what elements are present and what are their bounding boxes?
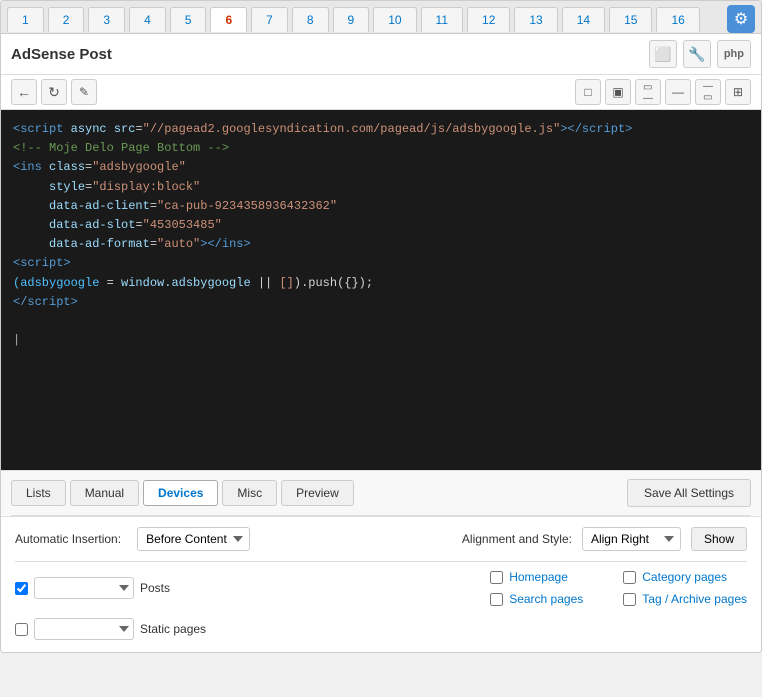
search-link[interactable]: Search pages: [509, 592, 583, 606]
category-link[interactable]: Category pages: [642, 570, 727, 584]
tab-10[interactable]: 10: [373, 7, 416, 32]
category-item: Category pages: [623, 570, 747, 584]
tab-8[interactable]: 8: [292, 7, 329, 32]
settings-row-1: Automatic Insertion: Before Content Afte…: [15, 527, 747, 551]
code-line-2: <!-- Moje Delo Page Bottom -->: [13, 139, 749, 158]
search-checkbox[interactable]: [490, 593, 503, 606]
static-checkbox[interactable]: [15, 623, 28, 636]
settings-gear-icon[interactable]: ⚙: [727, 5, 755, 33]
tab-1[interactable]: 1: [7, 7, 44, 32]
manual-tab[interactable]: Manual: [70, 480, 139, 506]
right-checks-col1: Homepage Search pages: [490, 570, 583, 606]
code-line-1: <script async src="//pagead2.googlesyndi…: [13, 120, 749, 139]
tab-14[interactable]: 14: [562, 7, 605, 32]
static-select[interactable]: [34, 618, 134, 640]
alignment-select[interactable]: Align Right Align Left Align Center No A…: [582, 527, 681, 551]
undo-icon[interactable]: ←: [11, 79, 37, 105]
tab-16[interactable]: 16: [656, 7, 699, 32]
right-checks-col2: Category pages Tag / Archive pages: [623, 570, 747, 606]
tab-11[interactable]: 11: [421, 7, 463, 32]
align-top-icon[interactable]: ▭—: [635, 79, 661, 105]
toolbar-row2: ← ↻ ✎ □ ▣ ▭— — —▭ ⊞: [1, 75, 761, 110]
posts-checkbox[interactable]: [15, 582, 28, 595]
tab-12[interactable]: 12: [467, 7, 510, 32]
toolbar-row1: AdSense Post ⬜ 🔧 php: [1, 34, 761, 75]
tab-bar: 1 2 3 4 5 6 7 8 9 10 11 12 13 14 15 16 ⚙: [1, 1, 761, 34]
tab-9[interactable]: 9: [333, 7, 370, 32]
show-button[interactable]: Show: [691, 527, 747, 551]
code-cursor: |: [13, 331, 749, 350]
homepage-link[interactable]: Homepage: [509, 570, 568, 584]
code-line-5: data-ad-client="ca-pub-9234358936432362": [13, 197, 749, 216]
code-line-9: (adsbygoogle = window.adsbygoogle || [])…: [13, 274, 749, 293]
code-editor[interactable]: <script async src="//pagead2.googlesyndi…: [1, 110, 761, 470]
toolbar-right: ⬜ 🔧 php: [649, 40, 751, 68]
homepage-checkbox[interactable]: [490, 571, 503, 584]
bottom-tabs: Lists Manual Devices Misc Preview Save A…: [1, 470, 761, 515]
toolbar2-right: □ ▣ ▭— — —▭ ⊞: [575, 79, 751, 105]
tab-7[interactable]: 7: [251, 7, 288, 32]
search-item: Search pages: [490, 592, 583, 606]
auto-insertion-select[interactable]: Before Content After Content Disabled: [137, 527, 250, 551]
page-title: AdSense Post: [11, 46, 112, 63]
tablet-icon[interactable]: ⬜: [649, 40, 677, 68]
tag-checkbox[interactable]: [623, 593, 636, 606]
preview-tab[interactable]: Preview: [281, 480, 354, 506]
auto-insertion-label: Automatic Insertion:: [15, 532, 121, 546]
code-line-4: style="display:block": [13, 178, 749, 197]
code-line-10: </script>: [13, 293, 749, 312]
bottom-tabs-left: Lists Manual Devices Misc Preview: [11, 480, 354, 506]
tab-15[interactable]: 15: [609, 7, 652, 32]
category-checkbox[interactable]: [623, 571, 636, 584]
redo-icon[interactable]: ↻: [41, 79, 67, 105]
save-all-button[interactable]: Save All Settings: [627, 479, 751, 507]
posts-label: Posts: [140, 581, 170, 595]
divider-2: [15, 561, 747, 562]
misc-tab[interactable]: Misc: [222, 480, 277, 506]
homepage-item: Homepage: [490, 570, 583, 584]
alignment-label: Alignment and Style:: [462, 532, 572, 546]
align-bottom-icon[interactable]: —▭: [695, 79, 721, 105]
tag-link[interactable]: Tag / Archive pages: [642, 592, 747, 606]
tab-13[interactable]: 13: [514, 7, 557, 32]
tab-3[interactable]: 3: [88, 7, 125, 32]
rect-icon[interactable]: ▣: [605, 79, 631, 105]
posts-select[interactable]: [34, 577, 134, 599]
toolbar-left: AdSense Post: [11, 46, 122, 63]
static-label: Static pages: [140, 622, 206, 636]
tab-2[interactable]: 2: [48, 7, 85, 32]
square-icon[interactable]: □: [575, 79, 601, 105]
php-button[interactable]: php: [717, 40, 751, 68]
tag-item: Tag / Archive pages: [623, 592, 747, 606]
code-line-3: <ins class="adsbygoogle": [13, 158, 749, 177]
grid-icon[interactable]: ⊞: [725, 79, 751, 105]
code-line-7: data-ad-format="auto"></ins>: [13, 235, 749, 254]
tab-6[interactable]: 6: [210, 7, 247, 32]
code-line-8: <script>: [13, 254, 749, 273]
settings-right: Alignment and Style: Align Right Align L…: [462, 527, 747, 551]
wrench-icon[interactable]: 🔧: [683, 40, 711, 68]
lists-tab[interactable]: Lists: [11, 480, 66, 506]
tab-4[interactable]: 4: [129, 7, 166, 32]
devices-tab[interactable]: Devices: [143, 480, 218, 506]
toolbar2-left: ← ↻ ✎: [11, 79, 97, 105]
tab-5[interactable]: 5: [170, 7, 207, 32]
settings-area: Automatic Insertion: Before Content Afte…: [1, 516, 761, 652]
code-line-6: data-ad-slot="453053485": [13, 216, 749, 235]
edit-icon[interactable]: ✎: [71, 79, 97, 105]
align-mid-icon[interactable]: —: [665, 79, 691, 105]
main-container: 1 2 3 4 5 6 7 8 9 10 11 12 13 14 15 16 ⚙…: [0, 0, 762, 653]
